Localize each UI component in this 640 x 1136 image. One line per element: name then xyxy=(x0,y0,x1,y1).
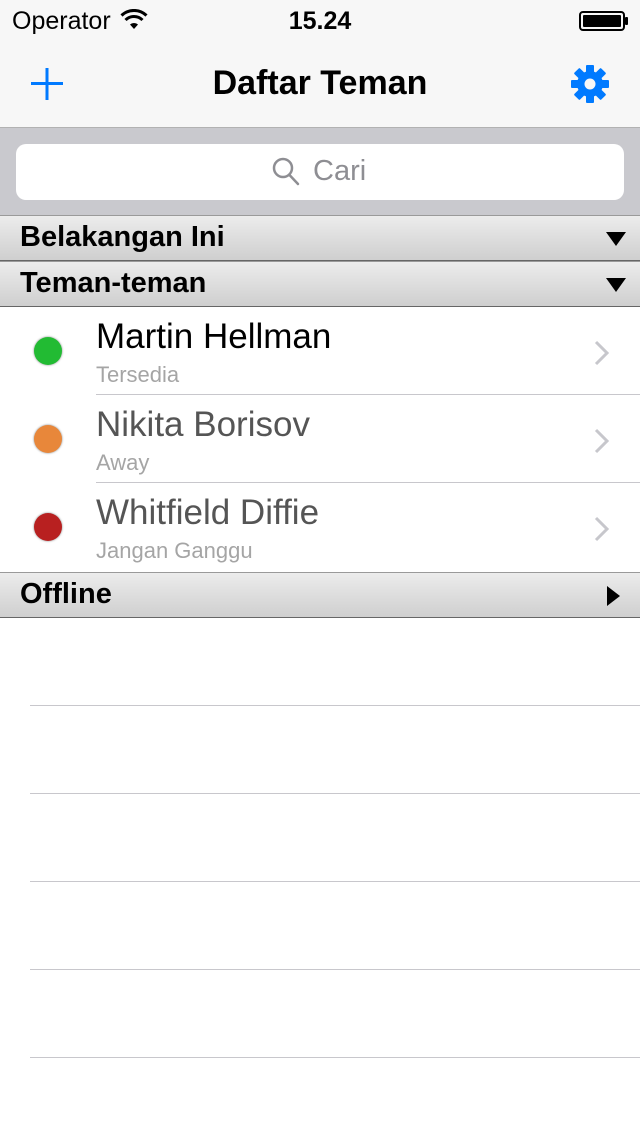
section-header-offline[interactable]: Offline xyxy=(0,572,640,618)
status-dot xyxy=(34,337,62,365)
contact-status: Away xyxy=(96,450,150,475)
status-dot xyxy=(34,425,62,453)
section-header-friends[interactable]: Teman-teman xyxy=(0,261,640,307)
empty-row-separator xyxy=(30,793,640,794)
search-placeholder: Cari xyxy=(313,155,367,187)
section-header-recent[interactable]: Belakangan Ini xyxy=(0,215,640,261)
contact-name: Nikita Borisov xyxy=(96,405,310,444)
contact-row[interactable]: Nikita Borisov Away xyxy=(0,395,640,483)
contact-status: Jangan Ganggu xyxy=(96,538,253,563)
status-time: 15.24 xyxy=(288,7,352,35)
expand-arrow-icon xyxy=(607,586,620,606)
chevron-right-icon xyxy=(594,340,610,366)
status-dot xyxy=(34,513,62,541)
chevron-right-icon xyxy=(594,428,610,454)
collapse-arrow-icon xyxy=(606,278,626,292)
contact-status: Tersedia xyxy=(96,362,180,387)
chevron-right-icon xyxy=(594,516,610,542)
contact-name: Whitfield Diffie xyxy=(96,493,320,532)
empty-row-separator xyxy=(30,969,640,970)
section-title: Offline xyxy=(20,578,112,610)
gear-icon xyxy=(571,65,609,103)
navigation-bar: Daftar Teman xyxy=(0,40,640,128)
collapse-arrow-icon xyxy=(606,232,626,246)
search-input[interactable]: Cari xyxy=(16,144,624,200)
contact-row[interactable]: Whitfield Diffie Jangan Ganggu xyxy=(0,483,640,571)
search-icon xyxy=(272,157,300,186)
section-title: Teman-teman xyxy=(20,267,207,299)
empty-row-separator xyxy=(30,1057,640,1058)
battery-icon xyxy=(579,11,628,31)
empty-row-separator xyxy=(30,705,640,706)
settings-button[interactable] xyxy=(562,56,618,112)
page-title: Daftar Teman xyxy=(212,64,428,102)
empty-row-separator xyxy=(30,881,640,882)
search-bar: Cari xyxy=(0,128,640,216)
section-title: Belakangan Ini xyxy=(20,221,225,253)
status-bar: Operator 15.24 xyxy=(0,0,640,40)
contact-name: Martin Hellman xyxy=(96,317,332,356)
contact-row[interactable]: Martin Hellman Tersedia xyxy=(0,307,640,395)
